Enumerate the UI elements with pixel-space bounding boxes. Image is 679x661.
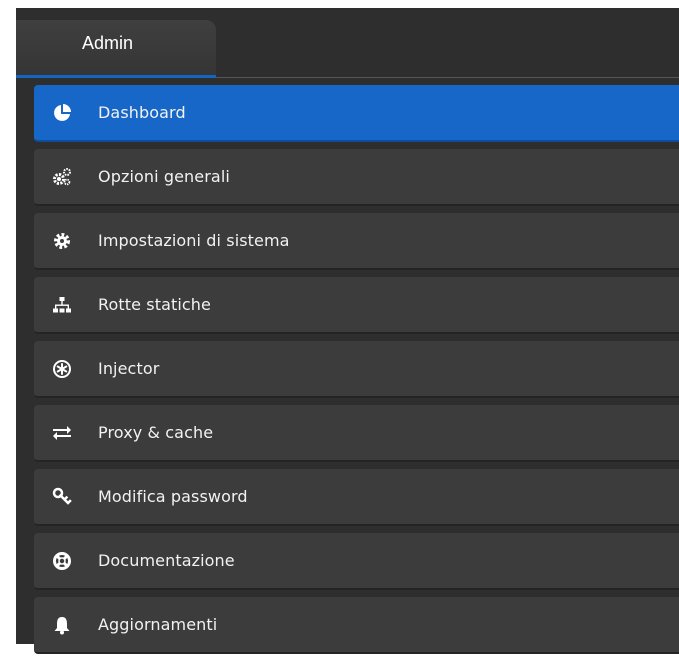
menu-item-dashboard[interactable]: Dashboard — [34, 85, 679, 142]
menu-item-label: Impostazioni di sistema — [98, 231, 290, 250]
tab-admin[interactable]: Admin — [16, 20, 216, 78]
gear-icon — [52, 231, 72, 251]
menu-item-proxy-cache[interactable]: Proxy & cache — [34, 405, 679, 462]
menu-item-rotte-statiche[interactable]: Rotte statiche — [34, 277, 679, 334]
tab-divider — [216, 77, 679, 78]
menu-item-label: Documentazione — [98, 551, 235, 570]
menu-item-opzioni-generali[interactable]: Opzioni generali — [34, 149, 679, 206]
gears-icon — [52, 167, 72, 187]
menu-item-injector[interactable]: Injector — [34, 341, 679, 398]
menu-item-label: Aggiornamenti — [98, 615, 218, 634]
menu-item-label: Opzioni generali — [98, 167, 230, 186]
menu-item-impostazioni-sistema[interactable]: Impostazioni di sistema — [34, 213, 679, 270]
exchange-arrows-icon — [52, 423, 72, 443]
menu-item-label: Injector — [98, 359, 160, 378]
key-icon — [52, 487, 72, 507]
tab-bar: Admin — [16, 8, 679, 80]
menu-item-documentazione[interactable]: Documentazione — [34, 533, 679, 590]
life-ring-icon — [52, 551, 72, 571]
tab-admin-label: Admin — [82, 33, 134, 53]
bell-icon — [52, 615, 72, 635]
menu-item-label: Modifica password — [98, 487, 248, 506]
menu-item-label: Rotte statiche — [98, 295, 211, 314]
admin-panel: Admin Dashboard Opzioni generali Imposta… — [16, 8, 679, 654]
menu-item-aggiornamenti[interactable]: Aggiornamenti — [34, 597, 679, 654]
menu-item-modifica-password[interactable]: Modifica password — [34, 469, 679, 526]
admin-menu: Dashboard Opzioni generali Impostazioni … — [34, 85, 679, 661]
pie-chart-icon — [52, 103, 72, 123]
menu-item-label: Dashboard — [98, 103, 186, 122]
asterisk-circle-icon — [52, 359, 72, 379]
sitemap-icon — [52, 295, 72, 315]
menu-item-label: Proxy & cache — [98, 423, 214, 442]
